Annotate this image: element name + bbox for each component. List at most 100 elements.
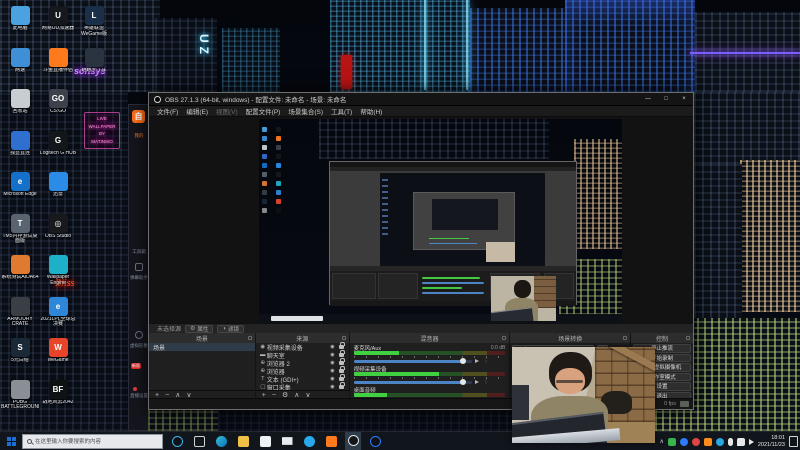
scene-row-场景[interactable]: 场景: [149, 343, 255, 352]
lock-icon[interactable]: [338, 358, 345, 365]
slider-knob-icon[interactable]: [459, 379, 466, 385]
desktop-icon-wegame[interactable]: W WeGame: [40, 338, 76, 371]
tray-telegram-icon[interactable]: [715, 437, 724, 446]
neon-sign-red: [341, 55, 352, 89]
visibility-eye-icon[interactable]: ◉: [330, 360, 334, 366]
menu-item[interactable]: 场景集合(S): [284, 106, 327, 116]
desktop-icon-thunder[interactable]: 迅雷: [40, 172, 76, 205]
visibility-eye-icon[interactable]: ◉: [330, 376, 334, 382]
volume-slider[interactable]: [353, 379, 472, 385]
desktop-icon-steam[interactable]: S 5元白给: [2, 338, 38, 371]
nested-webcam-person: [514, 279, 532, 298]
desktop-icon-ghub[interactable]: G Logitech G HUB: [40, 130, 76, 164]
desktop-icon-wallpaper-engine[interactable]: Wallpaper Engine: [40, 255, 76, 288]
desktop-icon-uu-booster[interactable]: U 网易UU加速器: [40, 6, 76, 39]
tray-expand-icon[interactable]: ∧: [659, 438, 663, 445]
nested-meter-green: [422, 287, 462, 289]
filters-button[interactable]: ◑ 滤镜: [217, 324, 245, 333]
douyu-nav-toolbox[interactable]: 工具箱: [129, 249, 149, 255]
properties-button[interactable]: ⚙ 属性: [185, 324, 214, 333]
tray-volume-icon[interactable]: [748, 438, 754, 445]
obs-menubar: 文件(F) 编辑(E) 视图(V) 配置文件(P) 场景集合(S) 工具(T) 帮助(H): [149, 106, 693, 117]
app-icon: [10, 89, 30, 108]
tray-shield-icon[interactable]: [667, 437, 676, 446]
desktop-icon-armoury-crate[interactable]: ARMOURY CRATE: [2, 296, 38, 330]
douyu-nav-avatar[interactable]: 虚拟形象: [129, 343, 149, 349]
lock-icon[interactable]: [338, 374, 345, 381]
notification-center-icon[interactable]: [789, 436, 798, 447]
visibility-eye-icon[interactable]: ◉: [330, 344, 334, 350]
track-options-icon[interactable]: ⋮: [484, 358, 489, 364]
taskbar-uu-icon[interactable]: [367, 432, 383, 450]
neon-edge: [424, 0, 426, 90]
menu-item[interactable]: 编辑(E): [182, 106, 212, 116]
nested-desktop-icon-this-pc: [262, 127, 267, 132]
search-input[interactable]: 在这里输入你要搜索的内容: [22, 433, 163, 449]
taskbar-mail-icon[interactable]: [279, 432, 295, 450]
close-button[interactable]: ×: [675, 93, 693, 106]
taskbar-clock[interactable]: 18:01 2021/11/23: [758, 435, 785, 449]
menu-item[interactable]: 文件(F): [153, 106, 182, 116]
desktop-icon-obs-studio[interactable]: ◎ OBS Studio: [40, 213, 76, 247]
desktop-icon-label: PUBG BATTLEGROUNDS: [1, 399, 39, 411]
taskbar-taskview-icon[interactable]: [191, 432, 207, 450]
desktop-icon-label: OBS Studio: [44, 233, 72, 239]
lock-icon[interactable]: [338, 366, 345, 373]
webcam-person-glasses: [556, 379, 584, 383]
preview-canvas[interactable]: [259, 119, 622, 323]
desktop-icon-recycle-bin[interactable]: 回收站: [2, 89, 38, 122]
taskbar-telegram-icon[interactable]: [301, 432, 317, 450]
douyu-nav-settings[interactable]: 直播设置: [129, 393, 149, 399]
desktop-icon-aida64[interactable]: 系统测试AIDA64: [1, 255, 39, 288]
tray-chat-icon[interactable]: [736, 437, 745, 446]
desktop-icon-kartrider[interactable]: 跑跑卡丁车: [76, 47, 112, 81]
taskbar-cortana-icon[interactable]: [169, 432, 185, 450]
desktop-icon-bf2042[interactable]: BF 战地风云2042: [40, 379, 76, 413]
visibility-eye-icon[interactable]: ◉: [330, 352, 334, 358]
maximize-button[interactable]: □: [657, 93, 675, 106]
menu-item[interactable]: 工具(T): [327, 106, 356, 116]
speaker-icon[interactable]: [474, 380, 481, 384]
source-type-icon: ◉: [260, 344, 266, 350]
tray-red-icon[interactable]: [691, 437, 700, 446]
taskbar-obs-icon[interactable]: [345, 431, 361, 450]
neon-edge: [466, 0, 468, 90]
visibility-eye-icon[interactable]: ◉: [330, 368, 334, 374]
tray-blue-icon[interactable]: [679, 437, 688, 446]
desktop-icon-gpu-direct[interactable]: 独显直连: [2, 130, 38, 164]
menu-item[interactable]: 配置文件(P): [242, 106, 285, 116]
taskbar-store-icon[interactable]: [257, 432, 273, 450]
lock-icon[interactable]: [338, 382, 345, 389]
desktop-icon-edge[interactable]: e Microsoft Edge: [2, 172, 38, 205]
speaker-icon[interactable]: [474, 359, 481, 363]
obs-titlebar[interactable]: OBS 27.1.3 (64-bit, windows) - 配置文件: 未命名…: [149, 93, 693, 106]
douyu-logo-icon: 自: [132, 110, 145, 123]
tray-mic-icon[interactable]: [727, 437, 733, 446]
minimize-button[interactable]: —: [639, 93, 657, 106]
desktop-icon-wangsu[interactable]: 网速: [2, 47, 38, 81]
taskbar-explorer-icon[interactable]: [235, 432, 251, 450]
lock-icon[interactable]: [338, 342, 345, 349]
start-button[interactable]: [0, 432, 22, 450]
track-options-icon[interactable]: ⋮: [484, 379, 489, 385]
douyu-nav-danmu[interactable]: 弹幕助手: [129, 275, 149, 281]
desktop-icon-csgo[interactable]: GO CS:GO: [40, 89, 76, 122]
sources-panel-header: 来源: [255, 333, 349, 343]
desktop-icon-lpl-2021[interactable]: e 2021LPL全球总决赛: [40, 296, 76, 330]
desktop-icon-douyu-companion[interactable]: 斗鱼直播伴侣: [40, 47, 76, 81]
desktop-icon-this-pc[interactable]: 此电脑: [2, 6, 38, 39]
desktop: softsys UZ LIVE WALLPAPER BY MATINSIO Bl…: [0, 0, 800, 450]
desktop-icon-pubg[interactable]: PUBG BATTLEGROUNDS: [1, 379, 39, 413]
slider-knob-icon[interactable]: [459, 358, 466, 364]
menu-item[interactable]: 帮助(H): [356, 106, 386, 116]
tray-orange-icon[interactable]: [703, 437, 712, 446]
desktop-icon-tm5[interactable]: T TM5内存测试桌面版: [2, 213, 38, 247]
taskbar-douyu-icon[interactable]: [323, 432, 339, 450]
menu-item[interactable]: 视图(V): [212, 106, 242, 116]
taskbar-edge-icon[interactable]: [213, 432, 229, 450]
desktop-icon-lol-wegame[interactable]: L 英雄联盟WeGame版: [76, 6, 112, 39]
volume-slider[interactable]: [353, 358, 472, 364]
transitions-panel-header: 场景转换: [510, 333, 631, 343]
lock-icon[interactable]: [338, 350, 345, 357]
douyu-nav-my[interactable]: 我的: [129, 133, 149, 139]
